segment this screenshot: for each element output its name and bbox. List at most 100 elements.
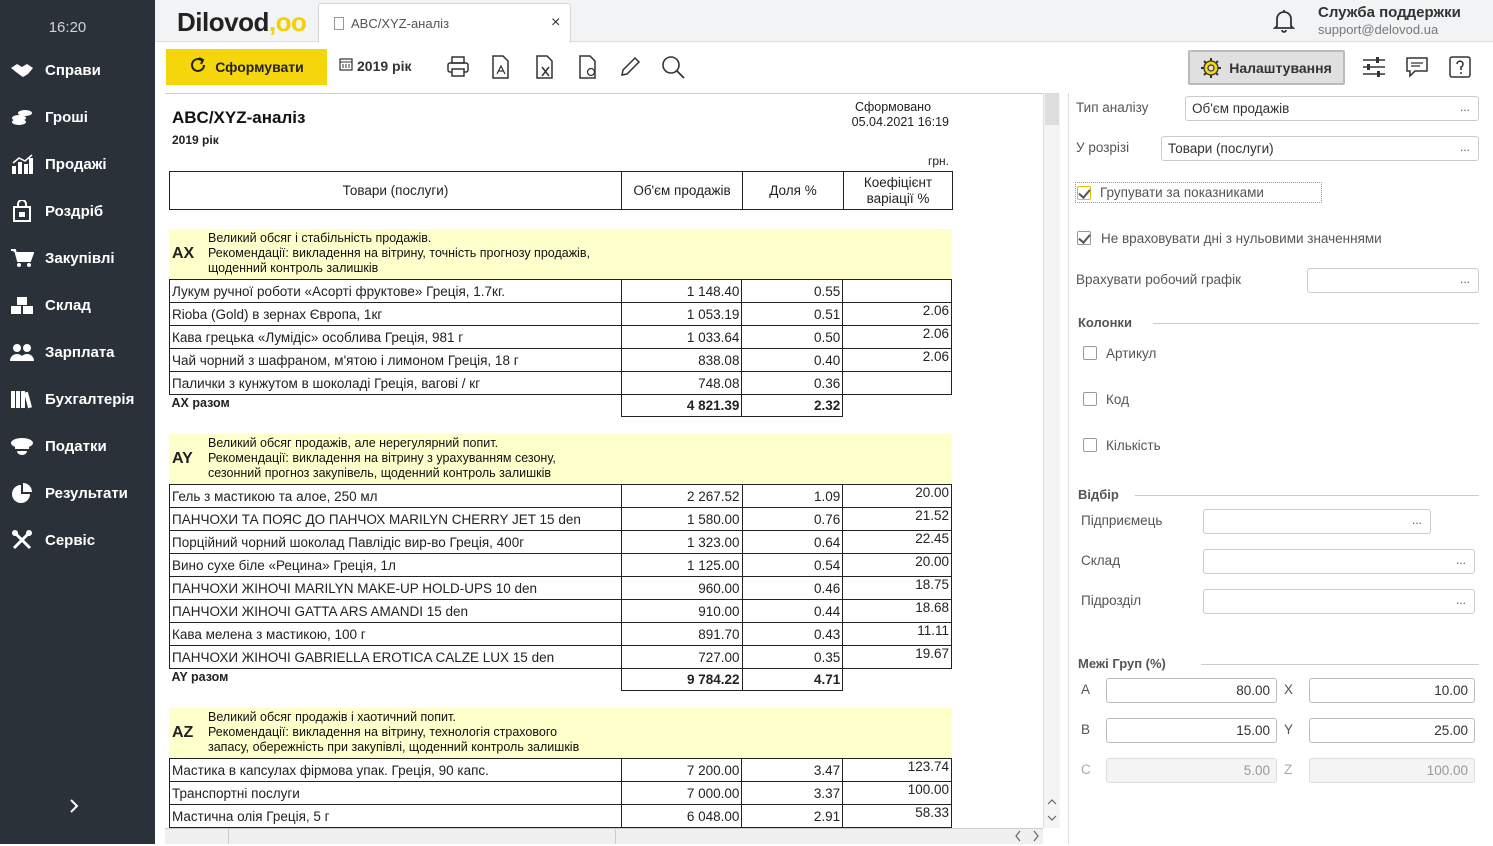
- group-az: AZ Великий обсяг продажів і хаотичний поп…: [169, 708, 952, 828]
- logo[interactable]: Dilovod,oo: [177, 7, 307, 38]
- filter-section-title: Відбір: [1078, 487, 1119, 502]
- scroll-left-icon[interactable]: [1013, 829, 1023, 846]
- bell-icon[interactable]: [1272, 8, 1296, 34]
- table-row[interactable]: ПАНЧОХИ ЖІНОЧІ GATTA ARS AMANDI 15 den 91…: [169, 599, 952, 623]
- total-sales: 4 821.39: [620, 394, 743, 417]
- table-row[interactable]: ПАНЧОХИ ЖІНОЧІ MARILYN MAKE-UP HOLD-UPS …: [169, 576, 952, 600]
- boxes-icon: [10, 293, 34, 317]
- cart-icon: [10, 246, 34, 270]
- generate-button[interactable]: Сформувати: [166, 49, 327, 85]
- sidebar-item-sklad[interactable]: Склад: [0, 285, 155, 325]
- vertical-scrollbar[interactable]: [1043, 93, 1060, 828]
- more-icon[interactable]: ...: [1456, 593, 1466, 607]
- code-checkbox[interactable]: [1083, 392, 1097, 406]
- sliders-icon[interactable]: [1362, 55, 1386, 79]
- bound-y-label: Y: [1284, 722, 1294, 737]
- sidebar-item-buhhalteriya[interactable]: Бухгалтерія: [0, 379, 155, 419]
- slice-field[interactable]: Товари (послуги) ...: [1161, 136, 1479, 161]
- cell-name: Гель з мастикою та алое, 250 мл: [169, 484, 622, 508]
- more-icon[interactable]: ...: [1412, 513, 1422, 527]
- cell-share: 0.43: [741, 622, 844, 646]
- bound-b-input[interactable]: 15.00: [1106, 718, 1277, 743]
- table-row[interactable]: ПАНЧОХИ ТА ПОЯС ДО ПАНЧОХ MARILYN CHERRY…: [169, 507, 952, 531]
- sidebar-item-prodazhi[interactable]: Продажі: [0, 144, 155, 184]
- table-row[interactable]: Палички з кунжутом в шоколаді Греція, ва…: [169, 371, 952, 395]
- pie-icon: [10, 481, 34, 505]
- support-email[interactable]: support@delovod.ua: [1318, 22, 1438, 37]
- sidebar-item-servis[interactable]: Сервіс: [0, 520, 155, 560]
- table-row[interactable]: Порційний чорний шоколад Павлідіс вир-во…: [169, 530, 952, 554]
- chevron-right-icon[interactable]: [64, 798, 84, 822]
- report-period: 2019 рік: [172, 133, 219, 147]
- search-icon[interactable]: [661, 55, 685, 79]
- cell-name: Вино сухе біле «Рецина» Греція, 1л: [169, 553, 622, 577]
- settings-button[interactable]: Налаштування: [1188, 50, 1345, 85]
- table-row[interactable]: Кава грецька «Лумідіс» особлива Греція, …: [169, 325, 952, 349]
- cell-sales: 1 125.00: [620, 553, 743, 577]
- tab-abc-xyz[interactable]: ABC/XYZ-аналіз ×: [318, 3, 571, 43]
- pencil-icon[interactable]: [618, 55, 642, 79]
- cell-sales: 960.00: [620, 576, 743, 600]
- group-by-checkbox[interactable]: [1077, 186, 1091, 200]
- more-icon[interactable]: ...: [1456, 553, 1466, 567]
- table-row[interactable]: Кава мелена з мастикою, 100 г 891.70 0.43 1…: [169, 622, 952, 646]
- total-share: 2.32: [741, 394, 844, 417]
- sidebar-item-zakupivli[interactable]: Закупівлі: [0, 238, 155, 278]
- comment-icon[interactable]: [1405, 55, 1429, 79]
- cell-sales: 727.00: [620, 645, 743, 669]
- sidebar-item-spravy[interactable]: Справи: [0, 50, 155, 90]
- group-by-row[interactable]: Групувати за показниками: [1075, 182, 1322, 203]
- bound-x-input[interactable]: 10.00: [1309, 678, 1475, 703]
- sidebar-item-rozdrib[interactable]: Роздріб: [0, 191, 155, 231]
- help-icon[interactable]: [1448, 55, 1472, 79]
- close-icon[interactable]: ×: [551, 14, 560, 32]
- table-row[interactable]: Чай чорний з шафраном, м'ятою і лимоном …: [169, 348, 952, 372]
- sidebar-item-zarplata[interactable]: Зарплата: [0, 332, 155, 372]
- scroll-up-icon[interactable]: [1046, 796, 1058, 808]
- bound-a-input[interactable]: 80.00: [1106, 678, 1277, 703]
- entrepreneur-field[interactable]: ...: [1203, 509, 1431, 534]
- more-icon[interactable]: ...: [1460, 140, 1470, 154]
- table-row[interactable]: Rioba (Gold) в зернах Європа, 1кг 1 053.1…: [169, 302, 952, 326]
- sidebar-item-rezultaty[interactable]: Результати: [0, 473, 155, 513]
- cell-sales: 1 033.64: [620, 325, 743, 349]
- scroll-down-icon[interactable]: [1046, 812, 1058, 824]
- table-row[interactable]: Транспортні послуги 7 000.00 3.37 100.00: [169, 781, 952, 805]
- cell-share: 0.51: [741, 302, 844, 326]
- schedule-field[interactable]: ...: [1307, 268, 1479, 293]
- more-icon[interactable]: ...: [1460, 272, 1470, 286]
- more-icon[interactable]: ...: [1460, 100, 1470, 114]
- ignore-zero-checkbox[interactable]: [1077, 231, 1091, 245]
- quantity-checkbox[interactable]: [1083, 438, 1097, 452]
- cell-cv: 100.00: [842, 781, 952, 805]
- department-field[interactable]: ...: [1203, 589, 1475, 614]
- warehouse-field[interactable]: ...: [1203, 549, 1475, 574]
- sidebar-item-groshi[interactable]: Гроші: [0, 97, 155, 137]
- scroll-thumb[interactable]: [1045, 93, 1059, 125]
- table-row[interactable]: Лукум ручної роботи «Асорті фруктове» Гр…: [169, 279, 952, 303]
- table-row[interactable]: Мастична олія Греція, 5 г6 048.00 2.91 58.…: [169, 804, 952, 828]
- cell-name: ПАНЧОХИ ЖІНОЧІ MARILYN MAKE-UP HOLD-UPS …: [169, 576, 622, 600]
- support-title[interactable]: Служба поддержки: [1318, 4, 1461, 21]
- cell-cv: 20.00: [842, 484, 952, 508]
- cell-name: ПАНЧОХИ ЖІНОЧІ GATTA ARS AMANDI 15 den: [169, 599, 622, 623]
- print-icon[interactable]: [446, 55, 470, 79]
- scroll-right-icon[interactable]: [1031, 829, 1041, 846]
- table-row[interactable]: Гель з мастикою та алое, 250 мл 2 267.52 1…: [169, 484, 952, 508]
- document-settings-icon[interactable]: [576, 55, 600, 79]
- table-row[interactable]: ПАНЧОХИ ЖІНОЧІ GABRIELLA EROTICA CALZE L…: [169, 645, 952, 669]
- period-selector[interactable]: 2019 рік: [339, 57, 411, 74]
- table-row[interactable]: Вино сухе біле «Рецина» Греція, 1л 1 125.…: [169, 553, 952, 577]
- export-pdf-icon[interactable]: [489, 55, 513, 79]
- report-sheet: ABC/XYZ-аналіз 2019 рік Сформовано 05.04…: [165, 93, 1043, 828]
- article-checkbox[interactable]: [1083, 346, 1097, 360]
- bound-y-input[interactable]: 25.00: [1309, 718, 1475, 743]
- table-row[interactable]: Мастика в капсулах фірмова упак. Греція,…: [169, 758, 952, 782]
- horizontal-scrollbar[interactable]: [165, 828, 1043, 844]
- cell-share: 0.54: [741, 553, 844, 577]
- export-excel-icon[interactable]: [533, 55, 557, 79]
- cell-cv: 22.45: [842, 530, 952, 554]
- sidebar-item-podatky[interactable]: Податки: [0, 426, 155, 466]
- analysis-type-field[interactable]: Об'єм продажів ...: [1185, 96, 1479, 121]
- cell-name: Палички з кунжутом в шоколаді Греція, ва…: [169, 371, 622, 395]
